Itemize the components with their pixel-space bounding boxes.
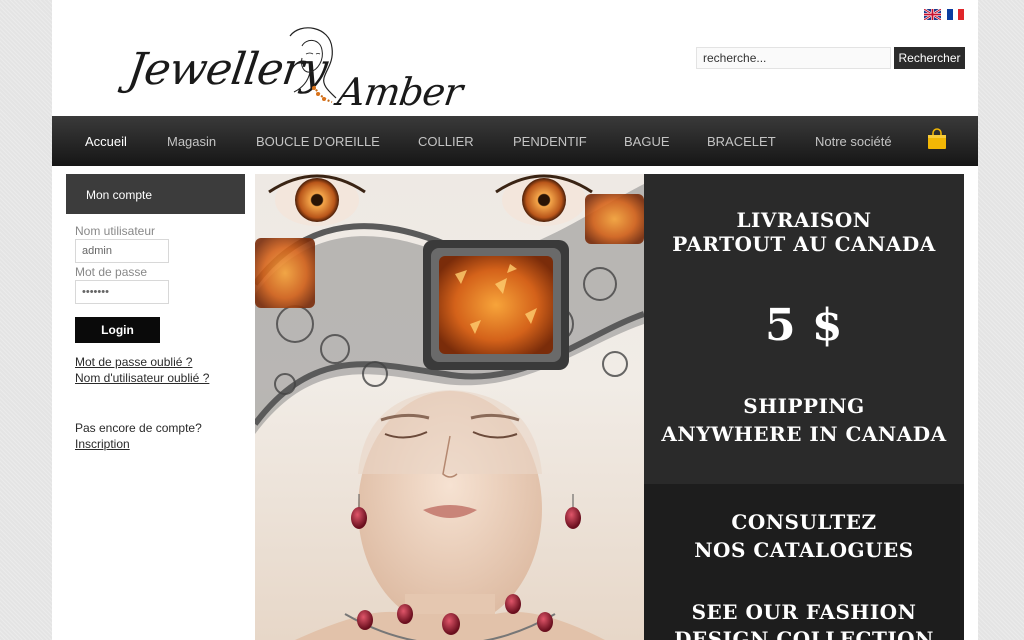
promo-catalogues: NOS CATALOGUES	[694, 538, 914, 562]
promo-price: 5 $	[764, 300, 844, 351]
nav-item-pendentif[interactable]: PENDENTIF	[513, 134, 587, 149]
page-container: Jewellery Amber Rechercher Accueil Magas…	[52, 0, 978, 640]
nav-item-bracelet[interactable]: BRACELET	[707, 134, 776, 149]
account-sidebar: Mon compte Nom utilisateur Mot de passe …	[66, 174, 245, 452]
register-link[interactable]: Inscription	[75, 436, 245, 452]
nav-item-accueil[interactable]: Accueil	[85, 134, 127, 149]
hero-banner-image[interactable]	[255, 174, 644, 640]
promo-partout: PARTOUT AU CANADA	[672, 232, 936, 256]
password-field[interactable]	[75, 280, 169, 304]
forgot-username-link[interactable]: Nom d'utilisateur oublié ?	[75, 370, 245, 386]
nav-item-notre-societe[interactable]: Notre société	[815, 134, 892, 149]
promo-see-fashion: SEE OUR FASHION	[691, 600, 917, 624]
search-input[interactable]	[696, 47, 891, 69]
nav-item-boucle-doreille[interactable]: BOUCLE D'OREILLE	[256, 134, 380, 149]
username-field[interactable]	[75, 239, 169, 263]
shipping-promo[interactable]: LIVRAISON PARTOUT AU CANADA 5 $ SHIPPING…	[644, 174, 964, 484]
promo-livraison: LIVRAISON	[736, 208, 872, 232]
promo-consultez: CONSULTEZ	[731, 510, 877, 534]
nav-item-bague[interactable]: BAGUE	[624, 134, 670, 149]
nav-item-magasin[interactable]: Magasin	[167, 134, 216, 149]
password-label: Mot de passe	[75, 265, 148, 279]
woman-profile-icon	[289, 27, 337, 103]
promo-design-collection: DESIGN COLLECTION	[674, 627, 934, 640]
hero-illustration	[255, 174, 644, 640]
forgot-password-link[interactable]: Mot de passe oublié ?	[75, 354, 245, 370]
nav-item-collier[interactable]: COLLIER	[418, 134, 474, 149]
main-nav: Accueil Magasin BOUCLE D'OREILLE COLLIER…	[52, 116, 978, 166]
login-form: Nom utilisateur Mot de passe Login Mot d…	[66, 214, 245, 452]
username-label: Nom utilisateur	[75, 224, 156, 238]
no-account-text: Pas encore de compte?	[75, 421, 202, 435]
promo-panel: LIVRAISON PARTOUT AU CANADA 5 $ SHIPPING…	[644, 174, 964, 640]
uk-flag-icon[interactable]	[924, 9, 941, 20]
search-button[interactable]: Rechercher	[894, 47, 965, 69]
login-button[interactable]: Login	[75, 317, 160, 343]
promo-anywhere: ANYWHERE IN CANADA	[661, 422, 947, 446]
shopping-bag-icon[interactable]	[927, 128, 947, 150]
sidebar-title: Mon compte	[66, 174, 245, 214]
catalogue-promo[interactable]: CONSULTEZ NOS CATALOGUES SEE OUR FASHION…	[644, 484, 964, 640]
language-switcher	[924, 9, 964, 20]
promo-shipping: SHIPPING	[743, 394, 865, 418]
site-logo[interactable]: Jewellery Amber	[124, 22, 465, 114]
logo-text-amber: Amber	[334, 70, 465, 114]
france-flag-icon[interactable]	[947, 9, 964, 20]
